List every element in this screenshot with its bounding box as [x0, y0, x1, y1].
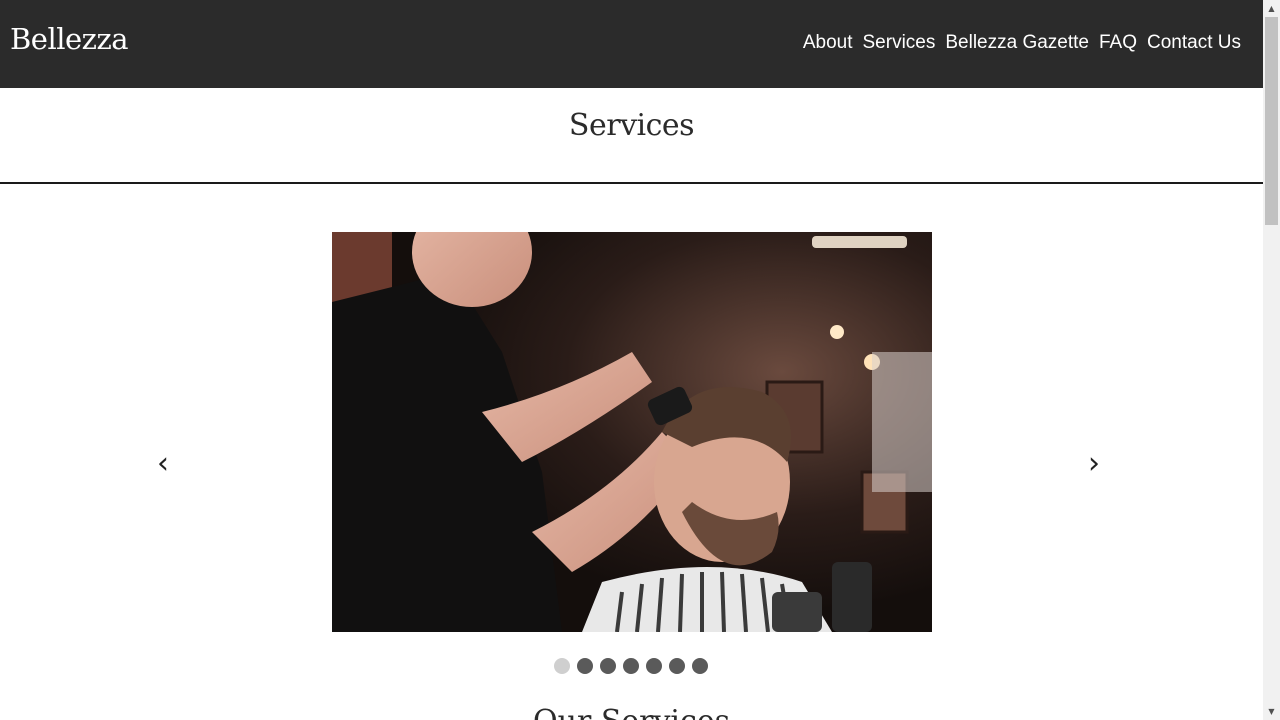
nav-item-services[interactable]: Services [863, 32, 936, 54]
nav-item-faq[interactable]: FAQ [1099, 32, 1137, 54]
carousel-dot-7[interactable] [692, 658, 708, 674]
carousel-dot-6[interactable] [669, 658, 685, 674]
scroll-up-arrow-icon[interactable]: ▲ [1263, 0, 1280, 17]
carousel-dot-2[interactable] [577, 658, 593, 674]
carousel-dot-4[interactable] [623, 658, 639, 674]
scrollbar-thumb[interactable] [1265, 17, 1278, 225]
brand-logo[interactable]: Bellezza [10, 22, 129, 56]
vertical-scrollbar[interactable]: ▲ ▼ [1263, 0, 1280, 720]
barber-photo-illustration [332, 232, 932, 632]
carousel-dot-5[interactable] [646, 658, 662, 674]
carousel-slide-image [332, 232, 932, 632]
carousel-prev-button[interactable]: ‹ [157, 446, 169, 481]
carousel-indicators [554, 658, 708, 674]
page-title: Services [568, 108, 695, 143]
carousel-dot-1[interactable] [554, 658, 570, 674]
nav-item-about[interactable]: About [803, 32, 853, 54]
carousel-next-button[interactable]: › [1088, 446, 1100, 481]
top-navbar: Bellezza About Services Bellezza Gazette… [0, 0, 1263, 88]
page: Bellezza About Services Bellezza Gazette… [0, 0, 1280, 720]
carousel-dot-3[interactable] [600, 658, 616, 674]
scroll-down-arrow-icon[interactable]: ▼ [1263, 703, 1280, 720]
nav-item-bellezza-gazette[interactable]: Bellezza Gazette [945, 32, 1089, 54]
nav-item-contact-us[interactable]: Contact Us [1147, 32, 1241, 54]
main-nav: About Services Bellezza Gazette FAQ Cont… [803, 32, 1241, 54]
section-heading-our-services: Our Services [0, 704, 1263, 720]
title-divider [0, 182, 1263, 184]
page-content: Bellezza About Services Bellezza Gazette… [0, 0, 1263, 720]
